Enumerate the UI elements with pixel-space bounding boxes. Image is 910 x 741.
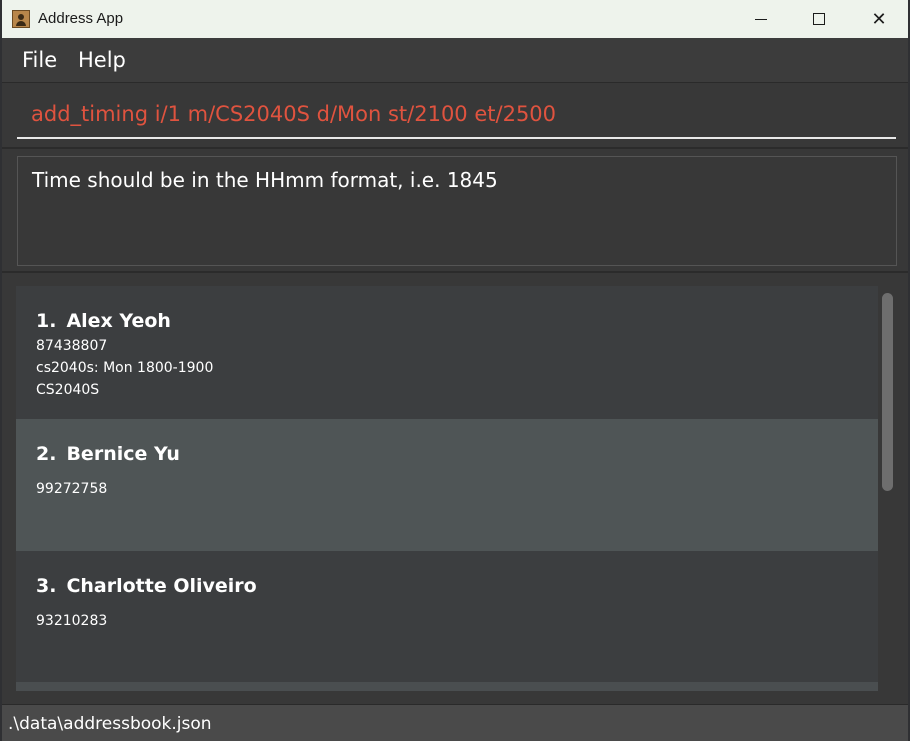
menu-help[interactable]: Help bbox=[78, 48, 126, 72]
command-box bbox=[2, 83, 908, 149]
person-index: 1. bbox=[36, 310, 57, 332]
person-name: Bernice Yu bbox=[66, 443, 180, 465]
person-name-line: 1. Alex Yeoh bbox=[36, 310, 171, 332]
menu-bar: File Help bbox=[2, 38, 908, 83]
status-bar: .\data\addressbook.json bbox=[2, 704, 908, 741]
person-module: CS2040S bbox=[36, 382, 100, 398]
person-timing: cs2040s: Mon 1800-1900 bbox=[36, 360, 214, 376]
list-scrollbar[interactable] bbox=[878, 286, 896, 691]
person-phone: 87438807 bbox=[36, 338, 108, 354]
person-name-line: 2. Bernice Yu bbox=[36, 443, 180, 465]
person-name: Charlotte Oliveiro bbox=[66, 575, 257, 597]
person-phone: 99272758 bbox=[36, 481, 108, 497]
close-button[interactable]: ✕ bbox=[850, 0, 908, 38]
divider bbox=[2, 271, 908, 273]
person-card[interactable]: 3. Charlotte Oliveiro 93210283 bbox=[16, 551, 878, 683]
app-window: Address App ✕ File Help Time should be i… bbox=[2, 0, 908, 741]
scrollbar-thumb[interactable] bbox=[882, 293, 893, 491]
result-display[interactable]: Time should be in the HHmm format, i.e. … bbox=[17, 156, 897, 266]
person-name: Alex Yeoh bbox=[66, 310, 171, 332]
person-phone: 93210283 bbox=[36, 613, 108, 629]
menu-file[interactable]: File bbox=[22, 48, 57, 72]
save-location: .\data\addressbook.json bbox=[8, 714, 212, 734]
app-icon bbox=[12, 10, 30, 28]
person-index: 2. bbox=[36, 443, 57, 465]
person-list: 1. Alex Yeoh 87438807 cs2040s: Mon 1800-1… bbox=[16, 286, 878, 691]
title-bar: Address App ✕ bbox=[2, 0, 908, 38]
result-message: Time should be in the HHmm format, i.e. … bbox=[32, 168, 498, 192]
minimize-button[interactable] bbox=[732, 0, 790, 38]
person-card[interactable]: 1. Alex Yeoh 87438807 cs2040s: Mon 1800-1… bbox=[16, 286, 878, 418]
maximize-button[interactable] bbox=[790, 0, 848, 38]
person-card-selected[interactable]: 2. Bernice Yu 99272758 bbox=[16, 419, 878, 551]
window-title: Address App bbox=[38, 10, 124, 27]
person-card-partial[interactable] bbox=[16, 682, 878, 691]
command-input[interactable] bbox=[17, 91, 896, 139]
person-name-line: 3. Charlotte Oliveiro bbox=[36, 575, 257, 597]
maximize-icon bbox=[813, 13, 825, 25]
person-index: 3. bbox=[36, 575, 57, 597]
close-icon: ✕ bbox=[871, 8, 887, 30]
minimize-icon bbox=[755, 18, 767, 20]
